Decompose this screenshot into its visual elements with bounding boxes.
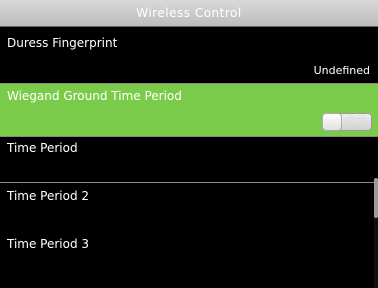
title-bar: Wireless Control <box>0 0 378 27</box>
scrollbar-thumb[interactable] <box>374 178 378 218</box>
screen: Wireless Control Duress Fingerprint Unde… <box>0 0 378 288</box>
menu-item-label: Time Period 3 <box>7 237 90 251</box>
menu-item-time-period-2[interactable]: Time Period 2 <box>0 183 378 233</box>
toggle-state-label: OFF <box>346 115 366 126</box>
toggle-knob <box>323 114 341 130</box>
menu-item-time-period[interactable]: Time Period <box>0 137 378 181</box>
menu-item-time-period-3[interactable]: Time Period 3 <box>0 233 378 288</box>
menu-item-duress-fingerprint[interactable]: Duress Fingerprint Undefined <box>0 27 378 83</box>
menu-item-value: Undefined <box>313 64 370 77</box>
menu-item-label: Wiegand Ground Time Period <box>7 89 182 103</box>
page-title: Wireless Control <box>136 6 242 20</box>
menu-item-wiegand-ground-time-period[interactable]: Wiegand Ground Time Period OFF <box>0 84 378 136</box>
menu-item-label: Duress Fingerprint <box>7 36 118 50</box>
toggle-switch[interactable]: OFF <box>322 113 372 131</box>
menu-item-label: Time Period 2 <box>7 189 90 203</box>
menu-item-label: Time Period <box>7 141 78 155</box>
